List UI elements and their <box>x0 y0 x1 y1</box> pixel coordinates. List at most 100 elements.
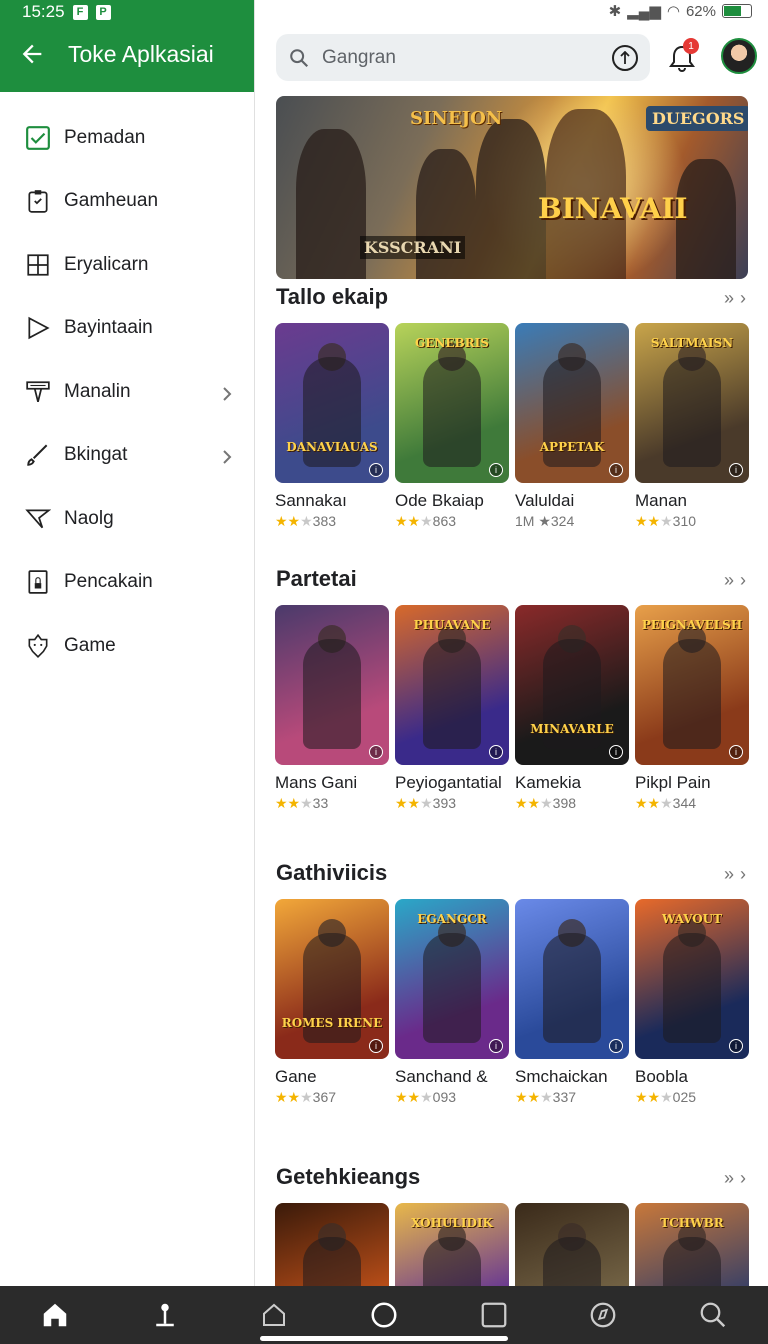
info-icon[interactable]: i <box>489 1039 503 1053</box>
game-card[interactable]: PHUAVANE i Peyiogantatial ★★★393 <box>395 605 509 812</box>
game-thumbnail[interactable]: GENEBRIS i <box>395 323 509 483</box>
wifi-icon: ◠ <box>666 3 680 20</box>
game-card[interactable]: ROMES IRENE i Gane ★★★367 <box>275 899 389 1106</box>
section-more-button[interactable]: » › <box>724 1168 746 1189</box>
info-icon[interactable]: i <box>369 1039 383 1053</box>
game-rating: ★★★863 <box>395 513 457 529</box>
drawer-item-8[interactable]: Game <box>0 614 254 678</box>
chevron-right-icon: › <box>740 288 746 308</box>
game-card[interactable]: PEIGNAVELSH i Pikpl Pain ★★★344 <box>635 605 749 812</box>
drawer-item-7[interactable]: Pencakain <box>0 551 254 615</box>
drawer-item-4[interactable]: Manalin <box>0 360 254 424</box>
section-more-button[interactable]: » › <box>724 288 746 309</box>
info-icon[interactable]: i <box>729 1039 743 1053</box>
banner-title-right: DUEGORS <box>646 106 748 131</box>
game-thumbnail[interactable]: WAVOUT i <box>635 899 749 1059</box>
game-thumbnail[interactable]: i <box>515 899 629 1059</box>
drawer-title: Toke Aplkasiai <box>68 40 214 67</box>
info-icon[interactable]: i <box>729 463 743 477</box>
game-thumbnail[interactable]: APPETAK i <box>515 323 629 483</box>
drawer-item-1[interactable]: Gamheuan <box>0 170 254 234</box>
info-icon[interactable]: i <box>489 463 503 477</box>
drawer-item-label: Pemadan <box>64 126 146 148</box>
drawer-item-5[interactable]: Bkingat <box>0 424 254 488</box>
game-card[interactable]: i Smchaickan ★★★337 <box>515 899 629 1106</box>
face-icon <box>24 632 52 660</box>
compass-icon[interactable] <box>587 1299 619 1331</box>
search-bar[interactable]: Gangran <box>276 34 650 81</box>
game-card[interactable]: DANAVIAUAS i Sannakaı ★★★383 <box>275 323 389 530</box>
notification-app-icon-2: P <box>95 4 111 20</box>
double-chevron-icon: » <box>723 864 734 884</box>
house-outline-icon[interactable] <box>258 1299 290 1331</box>
info-icon[interactable]: i <box>729 745 743 759</box>
info-icon[interactable]: i <box>489 745 503 759</box>
drawer-item-label: Bayintaain <box>64 317 153 339</box>
game-card[interactable]: i Mans Gani ★★★33 <box>275 605 389 812</box>
game-art-title: ROMES IRENE <box>281 1016 383 1030</box>
drawer-item-label: Bkingat <box>64 444 128 466</box>
game-card[interactable]: MINAVARLE i Kamekia ★★★398 <box>515 605 629 812</box>
drawer-item-label: Gamheuan <box>64 190 159 212</box>
chevron-right-icon: › <box>740 864 746 884</box>
game-thumbnail[interactable]: i <box>275 605 389 765</box>
game-card[interactable]: EGANGCR i Sanchand & ★★★093 <box>395 899 509 1106</box>
drawer-item-2[interactable]: Eryalicarn <box>0 233 254 297</box>
game-row: ROMES IRENE i Gane ★★★367 EGANGCR i Sanchand &… <box>275 899 749 1106</box>
battery-percent: 62% <box>685 2 716 20</box>
avatar[interactable] <box>721 38 757 74</box>
drawer-header: 15:25 F P Toke Aplkasiai <box>0 0 254 92</box>
drawer-item-label: Eryalicarn <box>64 253 149 275</box>
info-icon[interactable]: i <box>369 745 383 759</box>
drawer-item-label: Pencakain <box>64 571 153 593</box>
game-name: Peyiogantatial <box>395 773 502 792</box>
game-thumbnail[interactable]: EGANGCR i <box>395 899 509 1059</box>
game-art-title: DANAVIAUAS <box>286 440 378 454</box>
home-icon[interactable] <box>39 1299 71 1331</box>
status-bar: ✱ ▂▄▆ ◠ 62% <box>255 0 768 22</box>
drawer-item-6[interactable]: Naolg <box>0 487 254 551</box>
circle-icon[interactable] <box>368 1299 400 1331</box>
banner-caption: KSSCRANI <box>360 236 466 259</box>
game-name: Manan <box>635 491 687 510</box>
game-thumbnail[interactable]: MINAVARLE i <box>515 605 629 765</box>
info-icon[interactable]: i <box>369 463 383 477</box>
game-rating: ★★★093 <box>395 1089 457 1105</box>
drawer-item-label: Naolg <box>64 507 114 529</box>
search-nav-icon[interactable] <box>697 1299 729 1331</box>
game-thumbnail[interactable]: DANAVIAUAS i <box>275 323 389 483</box>
info-icon[interactable]: i <box>609 1039 623 1053</box>
drawer-item-0[interactable]: Pemadan <box>0 106 254 170</box>
game-name: Kamekia <box>515 773 582 792</box>
game-thumbnail[interactable]: PHUAVANE i <box>395 605 509 765</box>
game-card[interactable]: APPETAK i Valuldai 1M ★324 <box>515 323 629 530</box>
search-icon <box>290 48 309 67</box>
battery-icon <box>722 4 752 18</box>
pin-icon[interactable] <box>149 1299 181 1331</box>
game-name: Mans Gani <box>275 773 358 792</box>
featured-banner[interactable]: SINEJON DUEGORS BINAVAII KSSCRANI <box>276 96 748 279</box>
flag-icon <box>24 505 52 533</box>
game-card[interactable]: SALTMAISN i Manan ★★★310 <box>635 323 749 530</box>
search-input[interactable]: Gangran <box>322 47 612 69</box>
voice-search-icon[interactable] <box>612 44 638 71</box>
info-icon[interactable]: i <box>609 463 623 477</box>
back-arrow-icon[interactable] <box>18 40 46 68</box>
checkbox-icon <box>24 124 52 152</box>
game-thumbnail[interactable]: SALTMAISN i <box>635 323 749 483</box>
game-thumbnail[interactable]: ROMES IRENE i <box>275 899 389 1059</box>
game-thumbnail[interactable]: PEIGNAVELSH i <box>635 605 749 765</box>
signal-icon: ▂▄▆ <box>627 3 661 20</box>
section-more-button[interactable]: » › <box>724 864 746 885</box>
section-more-button[interactable]: » › <box>724 570 746 591</box>
info-icon[interactable]: i <box>609 745 623 759</box>
game-card[interactable]: GENEBRIS i Ode Bkaiap ★★★863 <box>395 323 509 530</box>
game-art-title: XOHULIDIK <box>411 1216 493 1230</box>
notifications-button[interactable]: 1 <box>664 38 700 76</box>
game-card[interactable]: WAVOUT i Boobla ★★★025 <box>635 899 749 1106</box>
drawer-item-3[interactable]: Bayintaain <box>0 297 254 361</box>
game-name: Smchaickan <box>515 1067 608 1086</box>
game-art-title: PHUAVANE <box>413 618 491 632</box>
chevron-right-icon <box>220 385 234 401</box>
square-icon[interactable] <box>478 1299 510 1331</box>
